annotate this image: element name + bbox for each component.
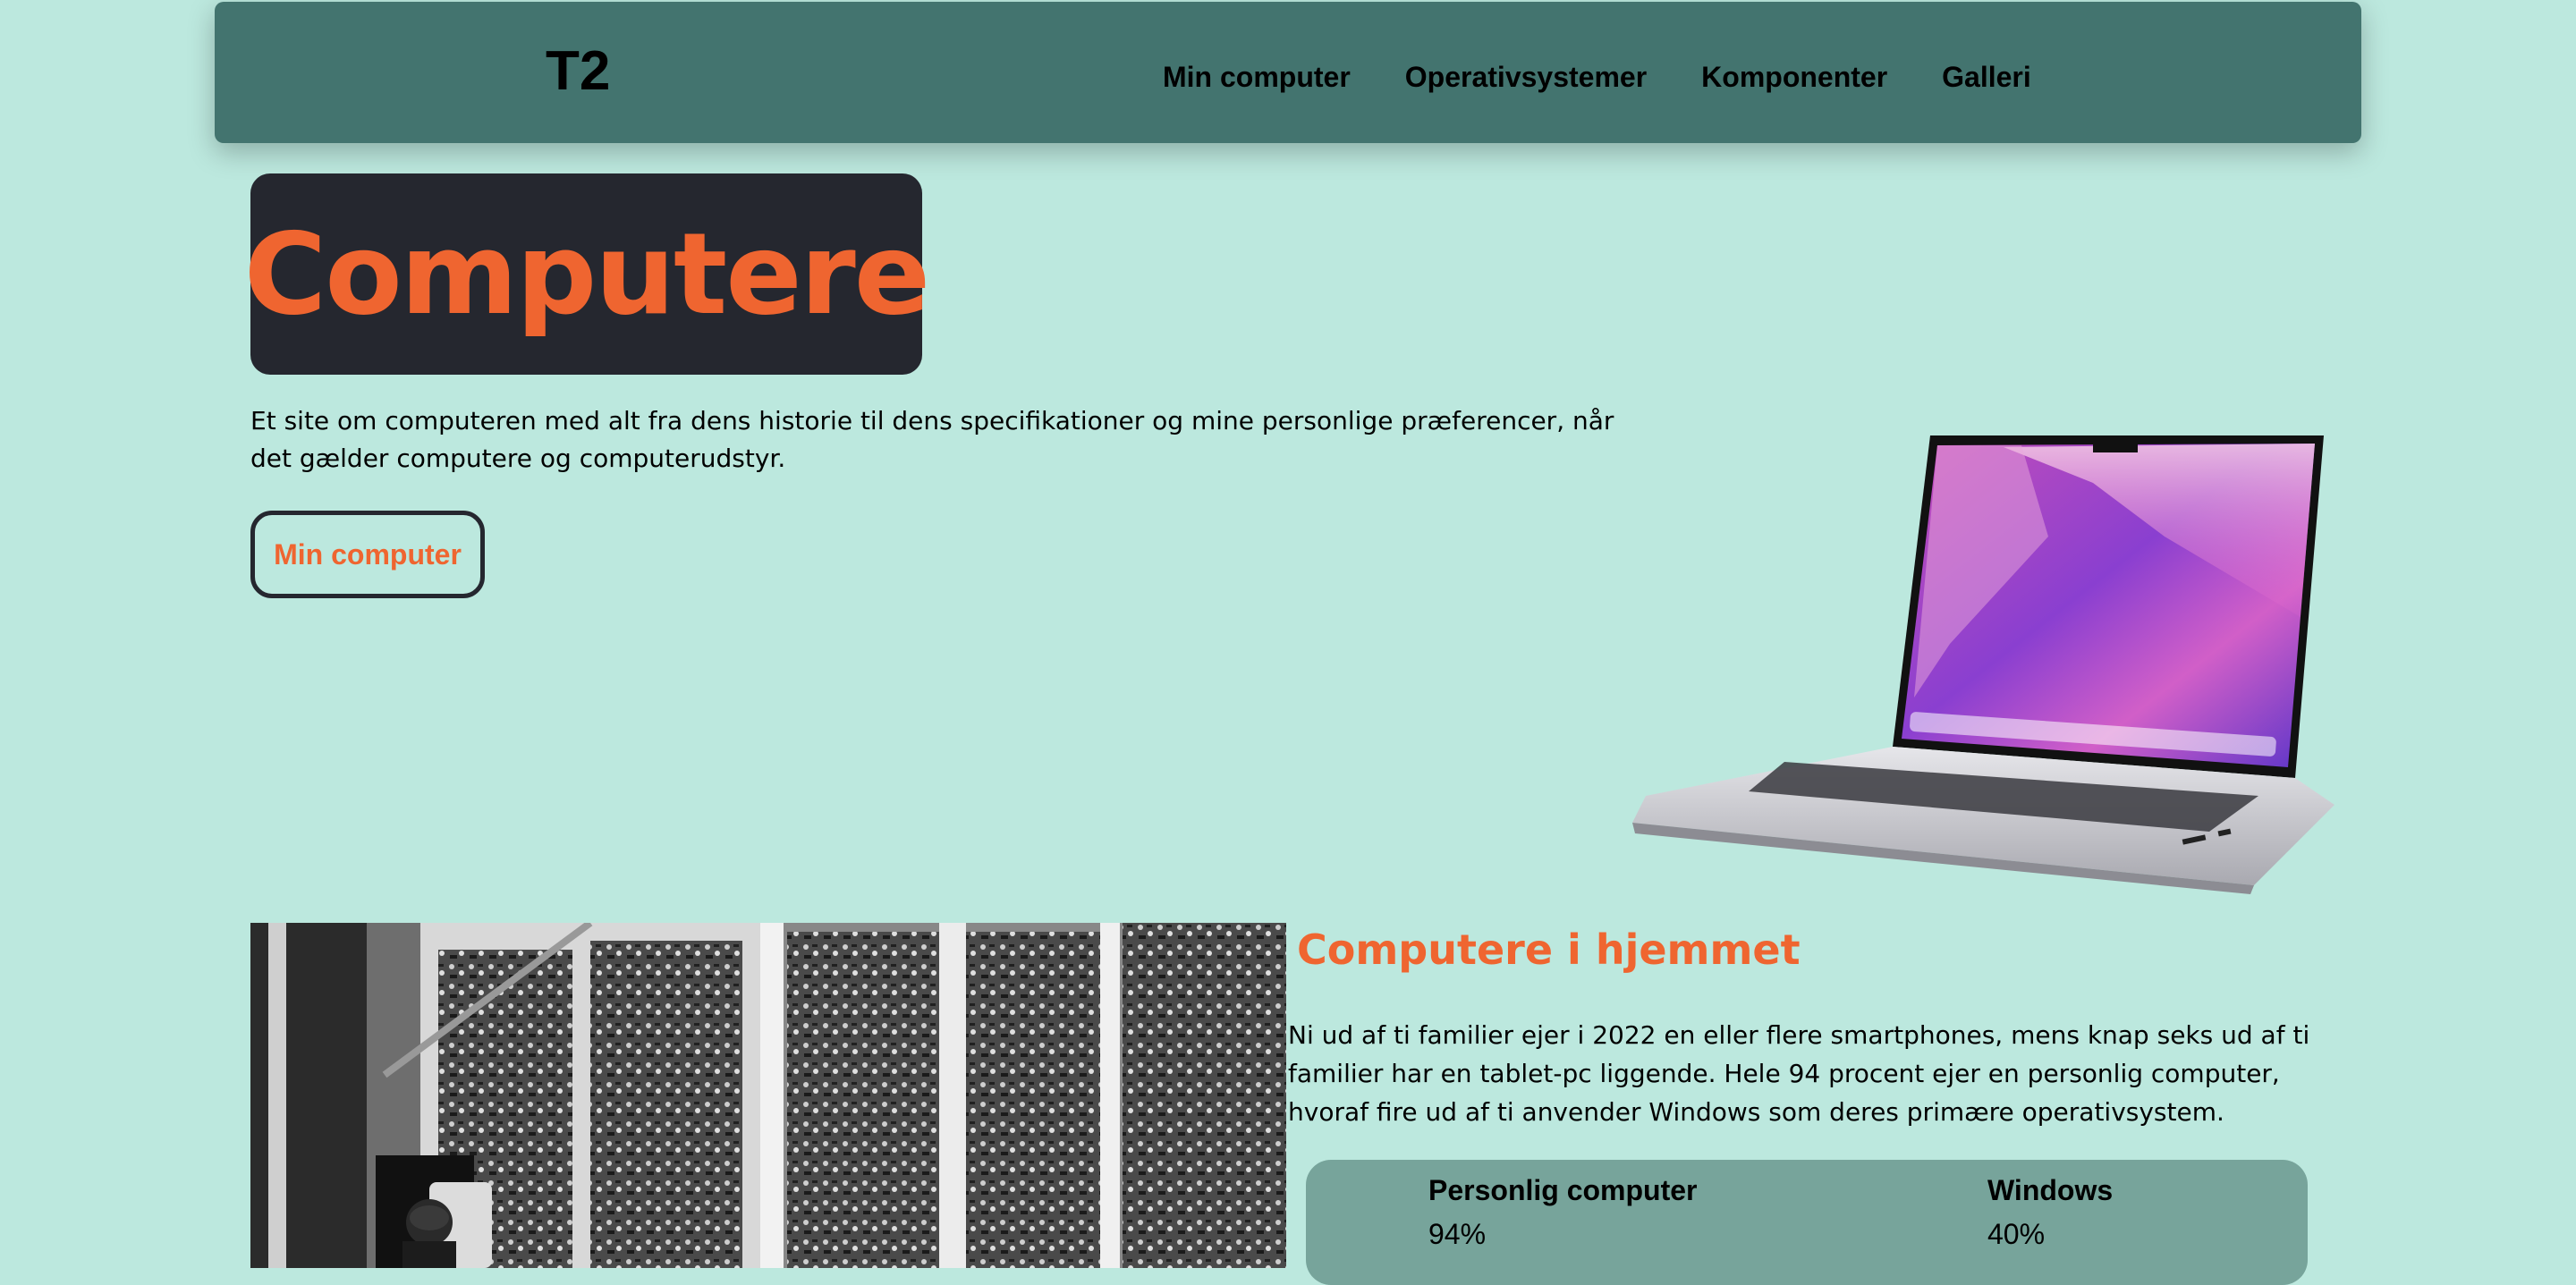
hero-title-box: Computere xyxy=(244,173,930,375)
section-text: Ni ud af ti familier ejer i 2022 en elle… xyxy=(1288,1020,2310,1127)
stat-value: 94% xyxy=(1428,1218,1487,1250)
stat-windows: Windows 40% xyxy=(1987,1174,2113,1251)
navbar: T2 Min computer Operativsystemer Kompone… xyxy=(215,2,2361,143)
hero-title: Computere xyxy=(243,207,931,340)
stat-label: Personlig computer xyxy=(1428,1174,1698,1206)
site-logo[interactable]: T2 xyxy=(546,39,610,103)
nav-link-komponenter[interactable]: Komponenter xyxy=(1701,61,1887,94)
stat-value: 40% xyxy=(1987,1218,2046,1250)
nav-link-galleri[interactable]: Galleri xyxy=(1942,61,2031,94)
laptop-image xyxy=(1632,435,2334,894)
stat-personal-computer: Personlig computer 94% xyxy=(1428,1174,1698,1251)
section-title: Computere i hjemmet xyxy=(1297,926,1801,974)
nav-link-operativsystemer[interactable]: Operativsystemer xyxy=(1405,61,1647,94)
min-computer-button[interactable]: Min computer xyxy=(250,511,485,598)
stat-label: Windows xyxy=(1987,1174,2114,1206)
stats-box: Personlig computer 94% Windows 40% xyxy=(1306,1160,2308,1285)
hero-description: Et site om computeren med alt fra dens h… xyxy=(250,406,1614,473)
historic-computer-photo xyxy=(250,923,1286,1268)
nav-link-min-computer[interactable]: Min computer xyxy=(1163,61,1351,94)
nav-links: Min computer Operativsystemer Komponente… xyxy=(1163,61,2031,94)
